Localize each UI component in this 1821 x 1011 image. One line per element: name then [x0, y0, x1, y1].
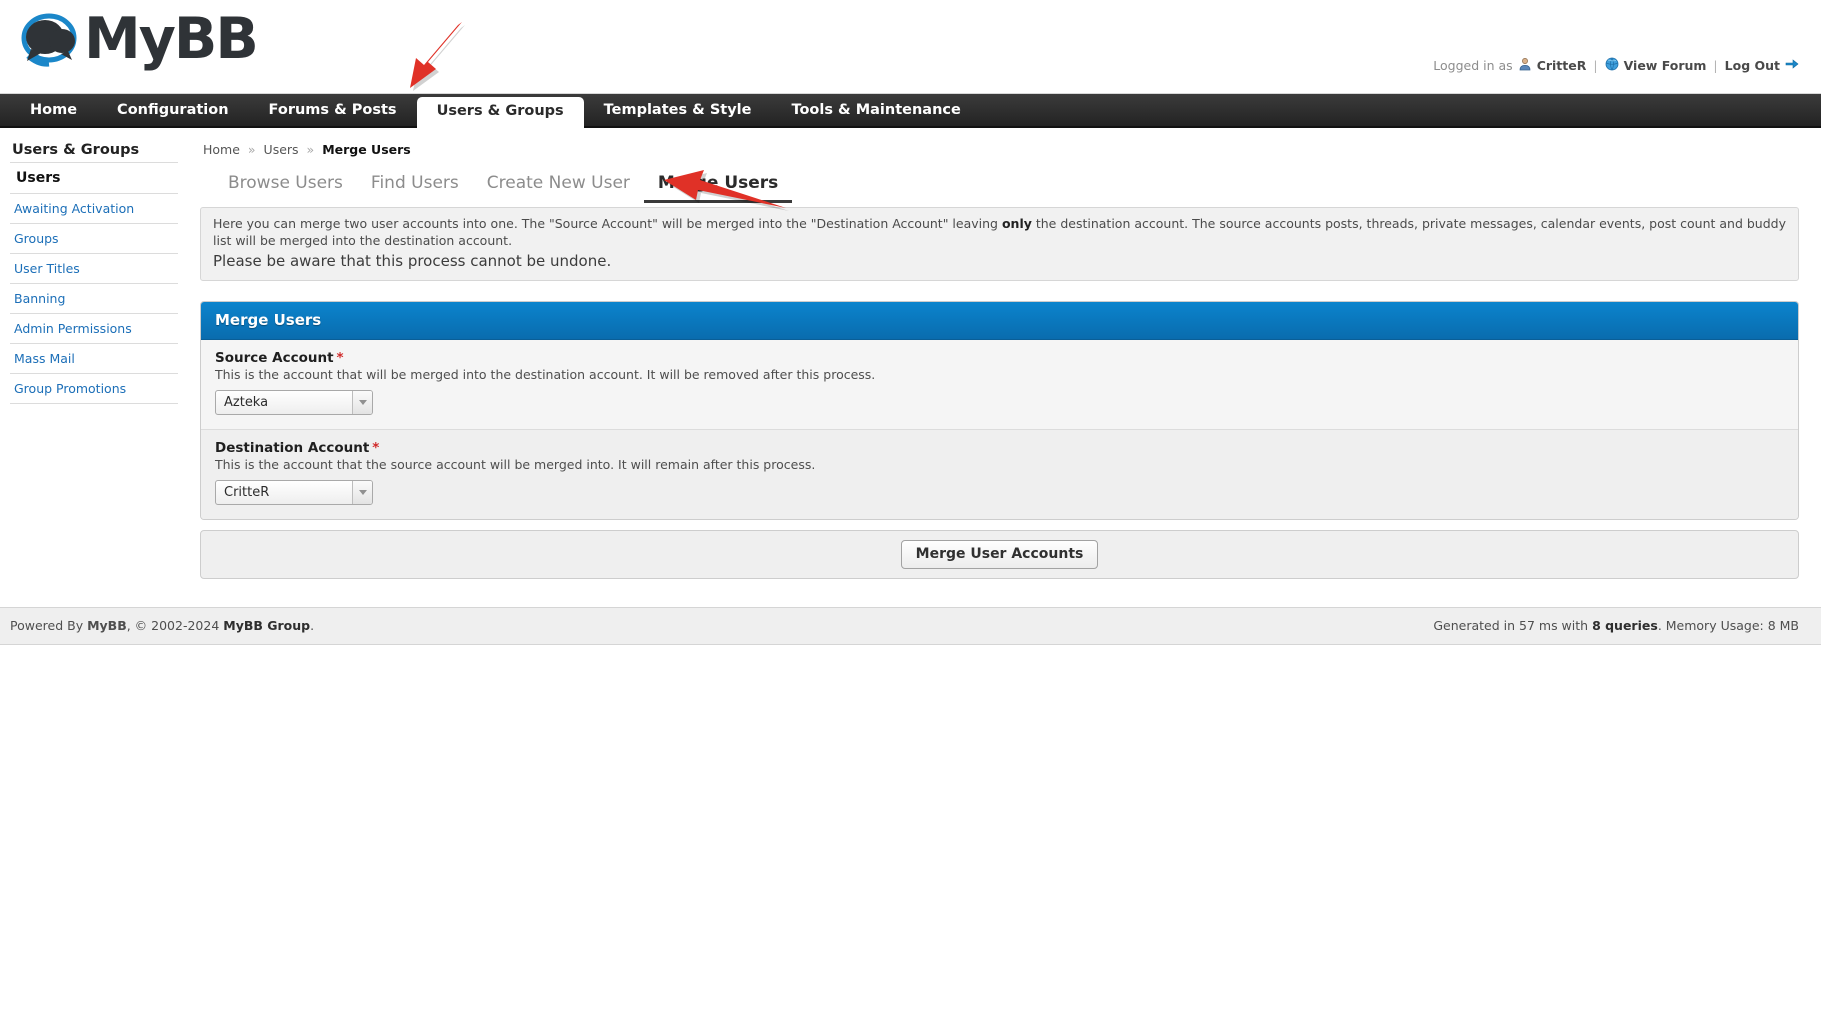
sidebar-item-group-promotions[interactable]: Group Promotions [10, 373, 178, 404]
notice-text-bold: only [1002, 216, 1032, 231]
footer-group-name: MyBB Group [223, 618, 310, 633]
sidebar-title: Users & Groups [12, 142, 178, 158]
notice-line-2: Please be aware that this process cannot… [213, 252, 1786, 270]
mybb-logo[interactable]: MyBB [18, 8, 257, 70]
footer-mybb-link[interactable]: MyBB [87, 618, 127, 633]
footer-powered-prefix: Powered By [10, 618, 87, 633]
sub-tabs: Browse Users Find Users Create New User … [200, 171, 1799, 203]
globe-icon [1605, 57, 1619, 74]
sidebar-item-admin-permissions[interactable]: Admin Permissions [10, 313, 178, 343]
nav-item-users-groups[interactable]: Users & Groups [417, 97, 584, 129]
sidebar-link-banning[interactable]: Banning [14, 291, 65, 306]
sidebar-item-users[interactable]: Users [10, 162, 178, 193]
logo-text: MyBB [84, 11, 257, 68]
user-avatar-icon [1518, 57, 1532, 74]
source-account-description: This is the account that will be merged … [215, 367, 1784, 382]
footer-copyright-text: , © 2002-2024 [127, 618, 224, 633]
merge-users-panel: Merge Users Source Account* This is the … [200, 301, 1799, 520]
sidebar: Users & Groups Users Awaiting Activation… [0, 128, 190, 404]
nav-item-tools-maintenance[interactable]: Tools & Maintenance [771, 96, 980, 127]
source-account-value: Azteka [216, 395, 352, 410]
breadcrumb-chevron-1: » [248, 142, 256, 157]
nav-item-templates-style[interactable]: Templates & Style [584, 96, 772, 127]
admin-page: MyBB Logged in as CritteR | [0, 0, 1821, 1011]
page-footer: Powered By MyBB, © 2002-2024 MyBB Group.… [0, 607, 1821, 645]
logout-arrow-icon [1785, 58, 1799, 73]
breadcrumb-home[interactable]: Home [203, 142, 240, 157]
breadcrumb-chevron-2: » [307, 142, 315, 157]
sidebar-link-awaiting-activation[interactable]: Awaiting Activation [14, 201, 134, 216]
logout-link[interactable]: Log Out [1725, 58, 1780, 73]
sidebar-item-user-titles[interactable]: User Titles [10, 253, 178, 283]
destination-account-description: This is the account that the source acco… [215, 457, 1784, 472]
notice-text-a: Here you can merge two user accounts int… [213, 216, 1002, 231]
mybb-speech-bubble-logo-icon [18, 8, 80, 70]
tab-create-new-user[interactable]: Create New User [473, 171, 644, 203]
main-content: Home » Users » Merge Users Browse Users … [190, 128, 1821, 579]
nav-item-home[interactable]: Home [10, 96, 97, 127]
source-account-required-mark: * [337, 350, 344, 366]
sidebar-item-banning[interactable]: Banning [10, 283, 178, 313]
footer-stats: Generated in 57 ms with 8 queries. Memor… [1433, 618, 1799, 633]
sidebar-link-groups[interactable]: Groups [14, 231, 59, 246]
main-navigation: Home Configuration Forums & Posts Users … [0, 94, 1821, 128]
sidebar-item-groups[interactable]: Groups [10, 223, 178, 253]
tab-browse-users[interactable]: Browse Users [214, 171, 357, 203]
body-wrapper: Users & Groups Users Awaiting Activation… [0, 128, 1821, 579]
nav-item-forums-posts[interactable]: Forums & Posts [249, 96, 417, 127]
current-user-link[interactable]: CritteR [1537, 58, 1587, 73]
login-status-bar: Logged in as CritteR | View Forum | [1433, 57, 1799, 74]
panel-title: Merge Users [201, 302, 1798, 340]
footer-stats-prefix: Generated in 57 ms with [1433, 618, 1592, 633]
destination-account-label: Destination Account [215, 440, 369, 456]
notice-line-1: Here you can merge two user accounts int… [213, 216, 1786, 250]
breadcrumb: Home » Users » Merge Users [200, 142, 1799, 157]
source-account-select[interactable]: Azteka [215, 390, 373, 415]
destination-account-required-mark: * [372, 440, 379, 456]
sidebar-item-mass-mail[interactable]: Mass Mail [10, 343, 178, 373]
footer-stats-queries: 8 queries [1592, 618, 1658, 633]
info-notice: Here you can merge two user accounts int… [200, 207, 1799, 281]
chevron-down-icon[interactable] [352, 391, 372, 414]
source-account-label-wrap: Source Account* [215, 350, 1784, 366]
sidebar-link-mass-mail[interactable]: Mass Mail [14, 351, 75, 366]
footer-period: . [310, 618, 314, 633]
chevron-down-icon[interactable] [352, 481, 372, 504]
sidebar-item-awaiting-activation[interactable]: Awaiting Activation [10, 193, 178, 223]
destination-account-label-wrap: Destination Account* [215, 440, 1784, 456]
destination-account-value: CritteR [216, 485, 352, 500]
form-row-source-account: Source Account* This is the account that… [201, 340, 1798, 430]
footer-copyright: Powered By MyBB, © 2002-2024 MyBB Group. [10, 618, 314, 633]
tab-find-users[interactable]: Find Users [357, 171, 473, 203]
merge-user-accounts-button[interactable]: Merge User Accounts [901, 540, 1099, 569]
logged-in-label: Logged in as [1433, 58, 1512, 73]
separator-2: | [1713, 58, 1717, 73]
source-account-label: Source Account [215, 350, 334, 366]
submit-bar: Merge User Accounts [200, 530, 1799, 579]
view-forum-link[interactable]: View Forum [1624, 58, 1707, 73]
separator-1: | [1593, 58, 1597, 73]
breadcrumb-current: Merge Users [322, 142, 411, 157]
footer-stats-suffix: . Memory Usage: 8 MB [1658, 618, 1799, 633]
breadcrumb-users[interactable]: Users [264, 142, 299, 157]
page-header: MyBB Logged in as CritteR | [0, 0, 1821, 94]
sidebar-link-admin-permissions[interactable]: Admin Permissions [14, 321, 132, 336]
sidebar-menu: Users Awaiting Activation Groups User Ti… [10, 162, 178, 404]
form-row-destination-account: Destination Account* This is the account… [201, 430, 1798, 519]
sidebar-link-group-promotions[interactable]: Group Promotions [14, 381, 126, 396]
tab-merge-users[interactable]: Merge Users [644, 171, 792, 203]
sidebar-link-user-titles[interactable]: User Titles [14, 261, 80, 276]
destination-account-select[interactable]: CritteR [215, 480, 373, 505]
nav-item-configuration[interactable]: Configuration [97, 96, 249, 127]
